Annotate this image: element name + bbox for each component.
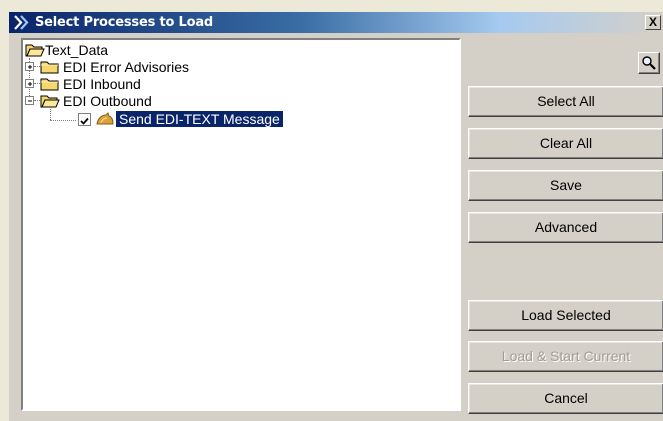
load-selected-button[interactable]: Load Selected bbox=[468, 300, 663, 331]
folder-icon bbox=[40, 61, 59, 74]
tree-item-edi-inbound[interactable]: EDI Inbound bbox=[63, 76, 141, 92]
collapse-toggle-icon[interactable] bbox=[25, 96, 34, 105]
save-button[interactable]: Save bbox=[468, 170, 663, 201]
expand-toggle-icon[interactable] bbox=[25, 79, 34, 88]
title-bar[interactable]: Select Processes to Load X bbox=[9, 12, 663, 33]
find-button[interactable] bbox=[638, 52, 660, 74]
process-checkbox[interactable] bbox=[78, 113, 91, 126]
process-icon bbox=[96, 112, 114, 125]
clear-all-button[interactable]: Clear All bbox=[468, 128, 663, 159]
tree-connector bbox=[50, 109, 52, 120]
cancel-button[interactable]: Cancel bbox=[468, 383, 663, 414]
folder-icon bbox=[40, 78, 59, 91]
tree-item-edi-error-advisories[interactable]: EDI Error Advisories bbox=[63, 59, 189, 75]
check-mark-icon bbox=[80, 117, 89, 125]
close-button[interactable]: X bbox=[645, 15, 661, 30]
open-folder-icon bbox=[40, 95, 60, 108]
app-logo-icon bbox=[14, 15, 29, 30]
tree-item-edi-outbound[interactable]: EDI Outbound bbox=[63, 93, 152, 109]
tree-item-send-edi-text-message[interactable]: Send EDI-TEXT Message bbox=[116, 111, 283, 127]
advanced-button[interactable]: Advanced bbox=[468, 212, 663, 243]
select-processes-dialog: Select Processes to Load X Text_Data EDI… bbox=[9, 12, 663, 421]
process-tree[interactable]: Text_Data EDI Error Advisories EDI Inbou… bbox=[21, 38, 461, 411]
tree-connector bbox=[50, 120, 76, 122]
select-all-button[interactable]: Select All bbox=[468, 86, 663, 117]
load-start-current-button: Load & Start Current bbox=[468, 341, 663, 372]
magnifier-icon bbox=[642, 56, 656, 70]
open-folder-icon bbox=[25, 44, 45, 57]
tree-root-label[interactable]: Text_Data bbox=[45, 42, 108, 58]
expand-toggle-icon[interactable] bbox=[25, 62, 34, 71]
window-title: Select Processes to Load bbox=[35, 15, 214, 30]
